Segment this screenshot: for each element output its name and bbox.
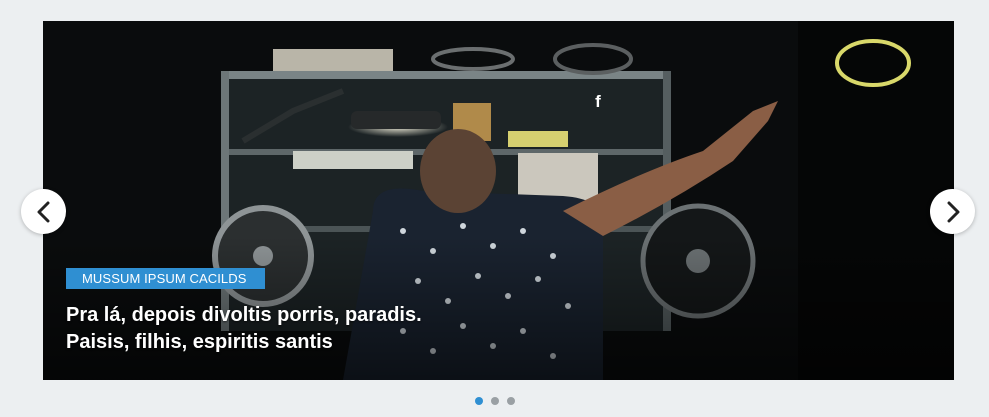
slide[interactable]: f MUSSUM IPSUM CACILDS Pra lá, depois di… [43,21,954,380]
pagination-dot[interactable] [474,397,483,405]
next-slide-button[interactable] [930,189,975,234]
previous-slide-button[interactable] [21,189,66,234]
headline-line-2: Paisis, filhis, espiritis santis [66,331,333,353]
pagination-dot[interactable] [506,397,515,405]
chevron-left-icon [37,201,49,222]
slide-headline[interactable]: Pra lá, depois divoltis porris, paradis.… [66,302,586,356]
headline-line-1: Pra lá, depois divoltis porris, paradis. [66,304,422,326]
slider-pagination [0,397,989,407]
facebook-icon[interactable]: f [592,93,604,111]
chevron-right-icon [947,201,959,222]
image-slider: f MUSSUM IPSUM CACILDS Pra lá, depois di… [0,0,989,417]
category-badge[interactable]: MUSSUM IPSUM CACILDS [66,268,265,289]
pagination-dot[interactable] [490,397,499,405]
slide-caption: MUSSUM IPSUM CACILDS Pra lá, depois divo… [66,268,586,356]
